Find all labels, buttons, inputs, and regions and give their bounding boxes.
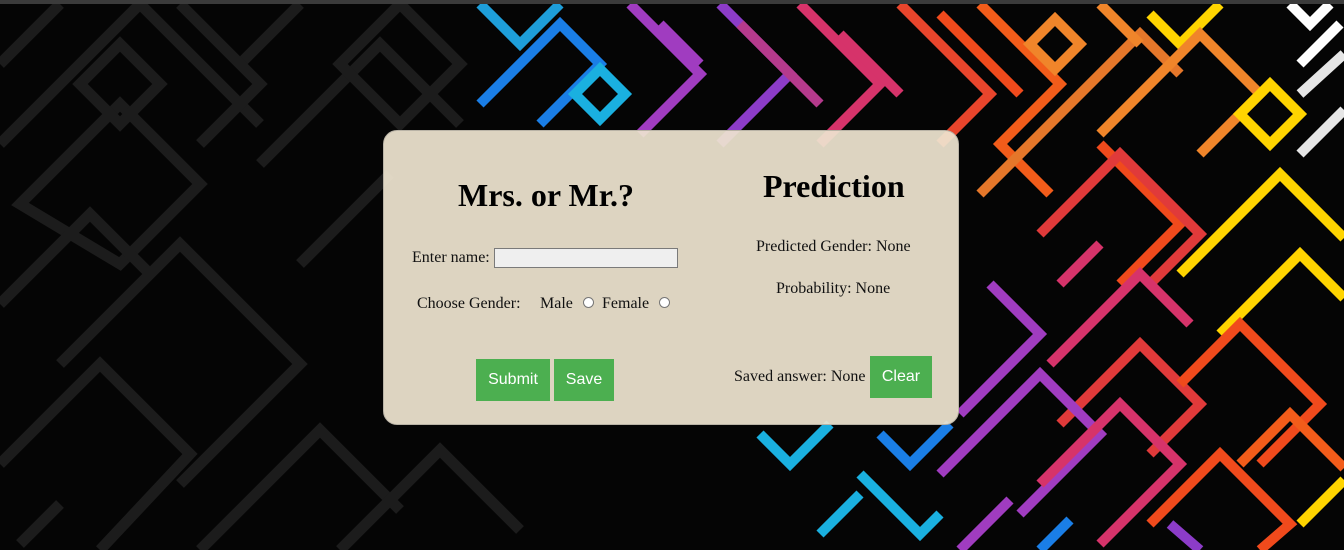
name-label: Enter name:	[412, 249, 490, 266]
form-card: Mrs. or Mr.? Prediction Enter name: Choo…	[383, 130, 959, 425]
save-button[interactable]: Save	[554, 359, 614, 401]
predicted-gender-text: Predicted Gender: None	[756, 238, 911, 255]
male-radio[interactable]	[583, 297, 594, 308]
submit-button[interactable]: Submit	[476, 359, 550, 401]
male-label: Male	[540, 295, 573, 312]
saved-answer-text: Saved answer: None	[734, 368, 866, 385]
name-input[interactable]	[494, 248, 678, 268]
form-title: Mrs. or Mr.?	[458, 177, 634, 213]
clear-button[interactable]: Clear	[870, 356, 932, 398]
female-radio[interactable]	[659, 297, 670, 308]
female-label: Female	[602, 295, 650, 312]
probability-text: Probability: None	[776, 280, 891, 297]
prediction-title: Prediction	[763, 168, 905, 204]
gender-label: Choose Gender:	[417, 295, 521, 312]
